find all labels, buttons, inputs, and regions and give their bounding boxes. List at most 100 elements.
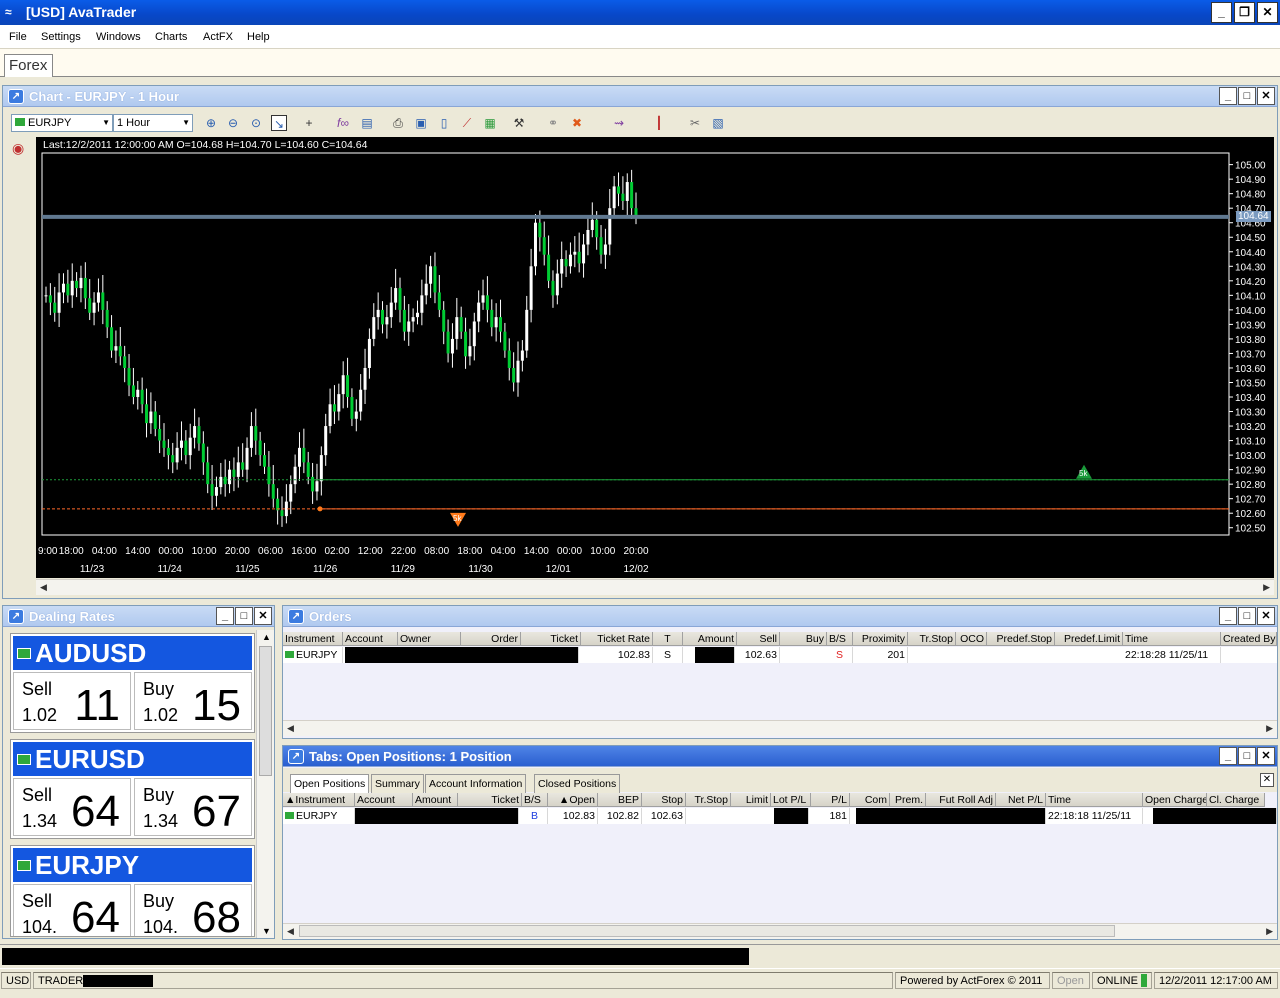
tools-icon[interactable]: ⚒ (511, 115, 527, 131)
col-account[interactable]: Account (355, 793, 413, 807)
settings-icon[interactable]: ✂ (687, 115, 703, 131)
col-predef-limit[interactable]: Predef.Limit (1055, 632, 1123, 646)
buy-button-audusd[interactable]: Buy 1.02 15 (134, 672, 252, 730)
sell-button-eurusd[interactable]: Sell 1.34 64 (13, 778, 131, 836)
buy-button-eurusd[interactable]: Buy 1.34 67 (134, 778, 252, 836)
menu-charts[interactable]: Charts (155, 31, 187, 43)
col-owner[interactable]: Owner (398, 632, 461, 646)
col-bep[interactable]: BEP (598, 793, 642, 807)
col-order[interactable]: Order (461, 632, 521, 646)
col-open[interactable]: ▲Open (548, 793, 598, 807)
orders-maximize-button[interactable]: □ (1238, 607, 1256, 625)
col-buy[interactable]: Buy (780, 632, 827, 646)
chart-close-button[interactable]: ✕ (1257, 87, 1275, 105)
col-pl[interactable]: P/L (811, 793, 850, 807)
tab-forex[interactable]: Forex (4, 54, 53, 77)
scroll-down-icon[interactable]: ▼ (262, 926, 271, 936)
col-instrument[interactable]: ▲Instrument (283, 793, 355, 807)
line-chart-icon[interactable]: ⟋ (459, 115, 475, 131)
scroll-up-icon[interactable]: ▲ (262, 632, 271, 642)
col-created-by[interactable]: Created By (1221, 632, 1277, 646)
minimize-button[interactable]: _ (1211, 2, 1232, 23)
col-bs[interactable]: B/S (522, 793, 548, 807)
scroll-right-icon[interactable]: ▶ (1263, 582, 1270, 593)
col-predef-stop[interactable]: Predef.Stop (987, 632, 1055, 646)
rates-maximize-button[interactable]: □ (235, 607, 253, 625)
scroll-right-icon[interactable]: ▶ (1266, 926, 1273, 937)
col-ticket[interactable]: Ticket (521, 632, 581, 646)
col-cl-charge[interactable]: Cl. Charge (1207, 793, 1265, 807)
menu-settings[interactable]: Settings (41, 31, 81, 43)
col-lot-pl[interactable]: Lot P/L (771, 793, 811, 807)
col-amount[interactable]: Amount (413, 793, 458, 807)
scroll-left-icon[interactable]: ◀ (40, 582, 47, 593)
close-tabs-icon[interactable]: ✕ (1260, 773, 1274, 787)
timeframe-select[interactable]: 1 Hour ▼ (113, 114, 193, 132)
col-amount[interactable]: Amount (683, 632, 737, 646)
orders-close-button[interactable]: ✕ (1257, 607, 1275, 625)
link-icon[interactable]: ⚭ (545, 115, 561, 131)
col-stop[interactable]: Stop (642, 793, 686, 807)
orders-scrollbar[interactable]: ◀ ▶ (283, 720, 1277, 736)
rates-close-button[interactable]: ✕ (254, 607, 272, 625)
chart-eye-icon[interactable]: ◉ (12, 140, 24, 157)
col-account[interactable]: Account (343, 632, 398, 646)
col-tr-stop[interactable]: Tr.Stop (908, 632, 956, 646)
col-oco[interactable]: OCO (956, 632, 987, 646)
positions-maximize-button[interactable]: □ (1238, 747, 1256, 765)
scroll-left-icon[interactable]: ◀ (287, 926, 294, 937)
table-row[interactable]: EURJPY B 102.83 102.82 102.63 181 22:18:… (283, 808, 1277, 824)
chart-minimize-button[interactable]: _ (1219, 87, 1237, 105)
crosshair-cursor-icon[interactable]: ↘ (271, 115, 287, 131)
save-icon[interactable]: ▣ (413, 115, 429, 131)
scroll-left-icon[interactable]: ◀ (287, 723, 294, 734)
properties-icon[interactable]: ▧ (710, 115, 726, 131)
col-net-pl[interactable]: Net P/L (996, 793, 1046, 807)
close-button[interactable]: ✕ (1257, 2, 1278, 23)
scroll-right-icon[interactable]: ▶ (1266, 723, 1273, 734)
chart-scrollbar[interactable]: ◀ ▶ (36, 579, 1274, 595)
col-sell[interactable]: Sell (737, 632, 780, 646)
table-row[interactable]: EURJPY 102.83 S 102.63 S 201 22:18:28 11… (283, 647, 1277, 663)
menu-help[interactable]: Help (247, 31, 270, 43)
export-icon[interactable]: ▦ (482, 115, 498, 131)
delete-drawing-icon[interactable]: ✖ (569, 115, 585, 131)
restore-button[interactable]: ❐ (1234, 2, 1255, 23)
candle-icon[interactable]: ┃ (651, 115, 667, 131)
menu-windows[interactable]: Windows (96, 31, 141, 43)
col-tr-stop[interactable]: Tr.Stop (686, 793, 731, 807)
col-open-charge[interactable]: Open Charge (1143, 793, 1207, 807)
rates-scrollbar[interactable]: ▲ ▼ (256, 630, 274, 938)
sell-button-eurjpy[interactable]: Sell 104. 64 (13, 884, 131, 936)
document-icon[interactable]: ▯ (436, 115, 452, 131)
col-ticket-rate[interactable]: Ticket Rate (581, 632, 653, 646)
positions-minimize-button[interactable]: _ (1219, 747, 1237, 765)
col-proximity[interactable]: Proximity (853, 632, 908, 646)
crosshair-icon[interactable]: + (301, 115, 317, 131)
sell-button-audusd[interactable]: Sell 1.02 11 (13, 672, 131, 730)
col-time[interactable]: Time (1046, 793, 1143, 807)
tab-closed-positions[interactable]: Closed Positions (534, 774, 621, 793)
positions-close-button[interactable]: ✕ (1257, 747, 1275, 765)
tab-open-positions[interactable]: Open Positions (290, 774, 370, 793)
buy-button-eurjpy[interactable]: Buy 104. 68 (134, 884, 252, 936)
rates-scroll-thumb[interactable] (259, 646, 272, 776)
col-bs[interactable]: B/S (827, 632, 853, 646)
tab-summary[interactable]: Summary (371, 774, 424, 793)
chart-maximize-button[interactable]: □ (1238, 87, 1256, 105)
col-prem[interactable]: Prem. (890, 793, 926, 807)
chart-type-icon[interactable]: ▤ (359, 115, 375, 131)
tab-account-information[interactable]: Account Information (425, 774, 527, 793)
col-instrument[interactable]: Instrument (283, 632, 343, 646)
rates-minimize-button[interactable]: _ (216, 607, 234, 625)
zoom-out-icon[interactable]: ⊖ (225, 115, 241, 131)
menu-actfx[interactable]: ActFX (203, 31, 233, 43)
col-com[interactable]: Com (850, 793, 890, 807)
col-time[interactable]: Time (1123, 632, 1221, 646)
zoom-in-icon[interactable]: ⊕ (203, 115, 219, 131)
col-t[interactable]: T (653, 632, 683, 646)
col-limit[interactable]: Limit (731, 793, 771, 807)
trend-tool-icon[interactable]: ⇝ (611, 115, 627, 131)
positions-scroll-thumb[interactable] (299, 925, 1115, 937)
zoom-fit-icon[interactable]: ⊙ (248, 115, 264, 131)
